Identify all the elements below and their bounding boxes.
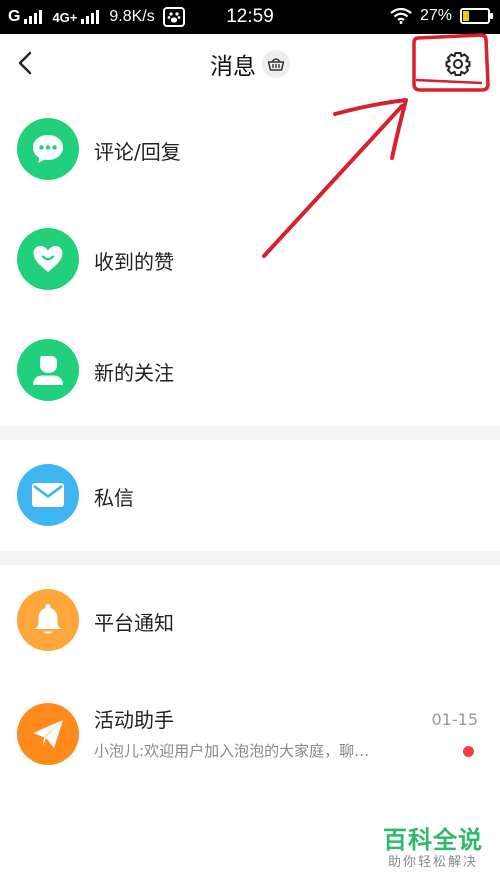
settings-gear-icon — [445, 52, 471, 76]
watermark-main: 百科全说 — [383, 826, 483, 854]
bell-icon-circle — [17, 589, 79, 651]
list-item-preview: 小泡儿:欢迎用户加入泡泡的大家庭，聊… — [94, 740, 369, 761]
paper-plane-icon — [33, 720, 63, 748]
settings-button[interactable] — [440, 46, 476, 82]
heart-icon — [33, 246, 63, 272]
unread-badge — [463, 746, 474, 757]
section-divider — [0, 426, 500, 440]
list-item-comments[interactable]: 评论/回复 — [0, 96, 500, 208]
heart-icon-circle — [17, 228, 79, 290]
comment-bubble-icon — [33, 135, 63, 163]
battery-percent: 27% — [419, 7, 452, 24]
page-title: 消息 — [210, 54, 256, 80]
envelope-icon — [32, 483, 64, 507]
paper-plane-icon-circle — [17, 703, 79, 765]
list-item-private-messages[interactable]: 私信 — [0, 440, 500, 551]
person-icon-circle — [17, 339, 79, 401]
battery-fill — [463, 11, 469, 21]
list-item-likes[interactable]: 收到的赞 — [0, 208, 500, 319]
wifi-icon — [390, 8, 412, 24]
envelope-icon-circle — [17, 464, 79, 526]
section-divider — [0, 551, 500, 565]
preview-sender: 小泡儿 — [94, 742, 140, 760]
list-item-activity-assistant[interactable]: 活动助手 小泡儿:欢迎用户加入泡泡的大家庭，聊… 01-15 — [0, 677, 500, 797]
header-bar: 消息 — [0, 34, 500, 94]
list-item-label: 活动助手 — [94, 708, 174, 732]
list-item-new-followers[interactable]: 新的关注 — [0, 319, 500, 426]
basket-icon — [267, 58, 285, 71]
comment-icon-circle — [17, 118, 79, 180]
status-bar: G 4G+ 9.8K/s 12:59 27% — [0, 0, 500, 34]
watermark-sub: 助你轻松解决 — [387, 855, 478, 870]
person-icon — [33, 356, 63, 385]
list-item-label: 收到的赞 — [94, 250, 174, 274]
battery-icon — [460, 8, 493, 24]
list-item-label: 评论/回复 — [94, 140, 181, 164]
watermark-logo: 百科全说 助你轻松解决 — [376, 826, 490, 872]
status-right: 27% — [390, 7, 493, 25]
preview-text: :欢迎用户加入泡泡的大家庭，聊… — [139, 742, 370, 760]
basket-button[interactable] — [262, 50, 290, 78]
title-area: 消息 — [0, 47, 500, 81]
list-item-date: 01-15 — [431, 710, 479, 729]
list-item-label: 平台通知 — [94, 611, 174, 635]
bell-icon — [35, 603, 61, 634]
list-item-label: 私信 — [94, 486, 134, 510]
list-item-platform-notices[interactable]: 平台通知 — [0, 565, 500, 677]
list-item-label: 新的关注 — [94, 361, 174, 385]
